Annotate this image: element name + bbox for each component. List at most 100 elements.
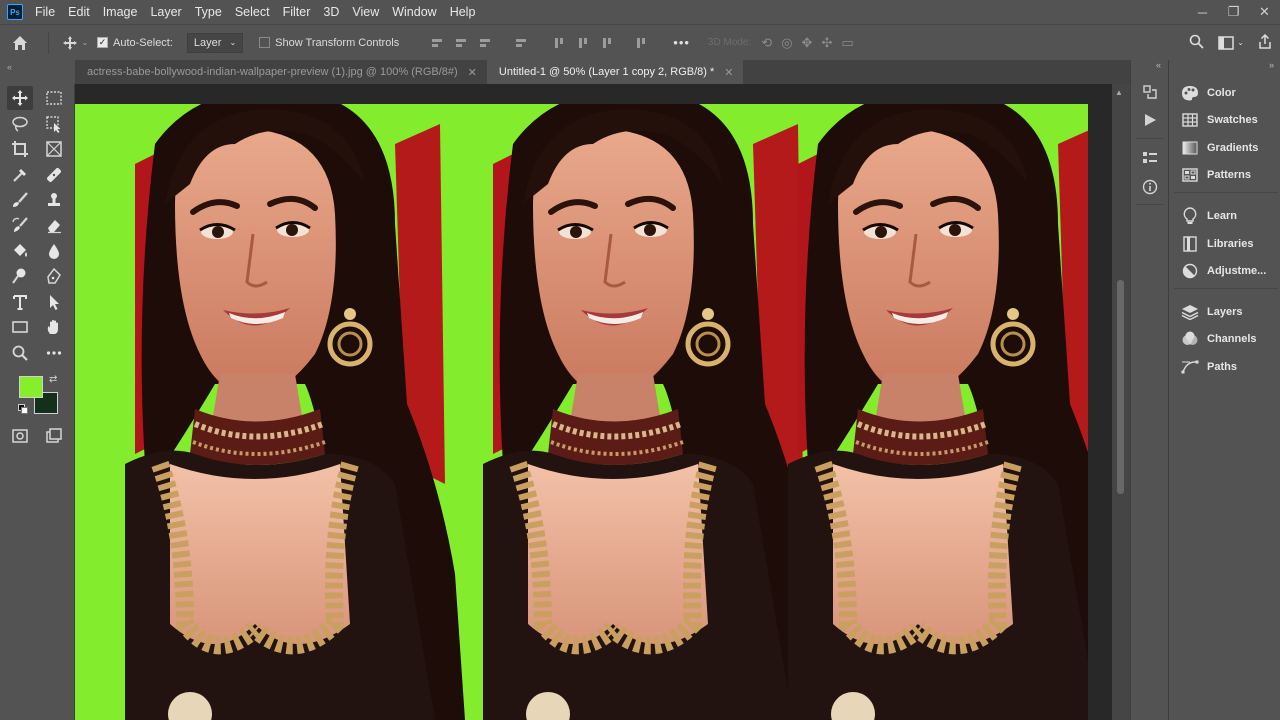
actions-play-icon[interactable] [1140,110,1160,130]
options-bar: ⌄ ✓ Auto-Select: Layer ⌄ Show Transform … [0,24,1280,60]
paint-bucket-tool-icon[interactable] [7,239,33,263]
path-selection-tool-icon[interactable] [41,290,67,314]
move-tool-preset-icon[interactable]: ⌄ [57,35,93,51]
menu-window[interactable]: Window [386,0,443,24]
blur-tool-icon[interactable] [41,239,67,263]
panel-paths[interactable]: Paths [1169,354,1280,380]
menu-help[interactable]: Help [444,0,483,24]
panel-channels[interactable]: Channels [1169,326,1280,352]
scrollbar-thumb[interactable] [1117,280,1124,494]
panel-patterns[interactable]: Patterns [1169,162,1280,188]
share-icon[interactable] [1258,33,1272,52]
close-button[interactable]: ✕ [1249,0,1280,24]
layer-copy-2[interactable] [483,104,823,720]
tab-label: actress-babe-bollywood-indian-wallpaper-… [87,66,458,78]
edit-toolbar-icon[interactable] [41,341,67,365]
clone-stamp-tool-icon[interactable] [41,188,67,212]
restore-button[interactable]: ❐ [1218,0,1249,24]
dodge-tool-icon[interactable] [7,264,33,288]
history-brush-tool-icon[interactable] [7,213,33,237]
menu-select[interactable]: Select [229,0,277,24]
collapse-strip-icon[interactable]: « [1156,60,1161,70]
tab-wallpaper-document[interactable]: actress-babe-bollywood-indian-wallpaper-… [75,60,487,84]
vertical-scrollbar[interactable]: ▲ [1112,84,1130,720]
brush-tool-icon[interactable] [7,188,33,212]
move-tool-icon[interactable] [7,86,33,110]
more-options-button[interactable]: ••• [673,35,690,50]
tab-untitled-document[interactable]: Untitled-1 @ 50% (Layer 1 copy 2, RGB/8)… [486,60,744,84]
align-horizontal-centers-icon[interactable] [454,36,468,50]
document-canvas-area[interactable] [75,84,1112,720]
home-icon[interactable] [0,34,40,52]
panel-libraries[interactable]: Libraries [1169,231,1280,257]
3d-orbit-icon[interactable]: ⟲ [761,35,772,51]
eraser-tool-icon[interactable] [41,213,67,237]
adjustments-icon [1179,263,1201,279]
panel-color[interactable]: Color [1169,80,1280,106]
history-panel-icon[interactable] [1140,82,1160,102]
rectangular-marquee-tool-icon[interactable] [41,86,67,110]
close-tab-icon[interactable]: ✕ [724,66,733,79]
menu-layer[interactable]: Layer [144,0,188,24]
eyedropper-tool-icon[interactable] [7,163,33,187]
auto-select-target-dropdown[interactable]: Layer ⌄ [186,32,244,53]
pen-tool-icon[interactable] [41,264,67,288]
distribute-vertical-icon[interactable] [514,36,528,50]
menu-file[interactable]: File [29,0,62,24]
align-top-edges-icon[interactable] [552,36,566,50]
crop-tool-icon[interactable] [7,137,33,161]
scroll-up-icon[interactable]: ▲ [1115,88,1123,97]
canvas-image[interactable] [75,104,1088,720]
hand-tool-icon[interactable] [41,315,67,339]
panel-swatches[interactable]: Swatches [1169,107,1280,133]
zoom-tool-icon[interactable] [7,341,33,365]
align-right-edges-icon[interactable] [478,36,492,50]
auto-select-checkbox[interactable]: ✓ Auto-Select: [97,37,173,49]
menu-image[interactable]: Image [97,0,145,24]
default-colors-icon[interactable] [18,404,28,414]
quick-mask-icon[interactable] [7,424,33,448]
chevron-down-icon: ⌄ [229,38,237,47]
object-selection-tool-icon[interactable] [41,112,67,136]
foreground-color-swatch[interactable] [19,376,43,398]
align-left-edges-icon[interactable] [430,36,444,50]
menu-view[interactable]: View [346,0,386,24]
minimize-button[interactable]: ─ [1187,0,1218,24]
3d-slide-icon[interactable]: ✣ [821,35,832,51]
color-palette-icon [1179,85,1201,101]
menu-3d[interactable]: 3D [317,0,346,24]
properties-panel-icon[interactable] [1140,148,1160,168]
frame-tool-icon[interactable] [41,137,67,161]
swap-colors-icon[interactable]: ⇄ [49,374,57,385]
3d-roll-icon[interactable]: ◎ [781,35,792,51]
3d-camera-icon[interactable]: ▭ [841,35,853,51]
panel-layers[interactable]: Layers [1169,299,1280,325]
libraries-icon [1179,236,1201,252]
3d-pan-icon[interactable]: ✥ [802,35,813,51]
rectangle-tool-icon[interactable] [7,315,33,339]
collapse-toolbar-icon[interactable]: « [7,62,12,72]
screen-mode-icon[interactable] [41,424,67,448]
close-tab-icon[interactable]: ✕ [468,66,477,79]
show-transform-controls-checkbox[interactable]: Show Transform Controls [259,37,399,49]
panel-learn[interactable]: Learn [1169,203,1280,229]
panel-gradients[interactable]: Gradients [1169,135,1280,161]
align-bottom-edges-icon[interactable] [600,36,614,50]
panel-adjustments[interactable]: Adjustme... [1169,258,1280,284]
menu-filter[interactable]: Filter [277,0,318,24]
lasso-tool-icon[interactable] [7,112,33,136]
workspace-icon[interactable]: ⌄ [1218,35,1244,50]
align-vertical-centers-icon[interactable] [576,36,590,50]
distribute-horizontal-icon[interactable] [634,36,648,50]
type-tool-icon[interactable] [7,290,33,314]
spot-healing-brush-tool-icon[interactable] [41,163,67,187]
layer-copy-3[interactable] [788,104,1088,720]
panel-icon-strip: « [1130,60,1168,720]
document-tab-bar: actress-babe-bollywood-indian-wallpaper-… [75,60,1130,84]
info-panel-icon[interactable] [1140,177,1160,197]
collapse-panels-icon[interactable]: » [1269,60,1274,70]
search-icon[interactable] [1189,34,1204,52]
menu-edit[interactable]: Edit [62,0,97,24]
menu-type[interactable]: Type [189,0,229,24]
layer-copy-1[interactable] [125,104,465,720]
